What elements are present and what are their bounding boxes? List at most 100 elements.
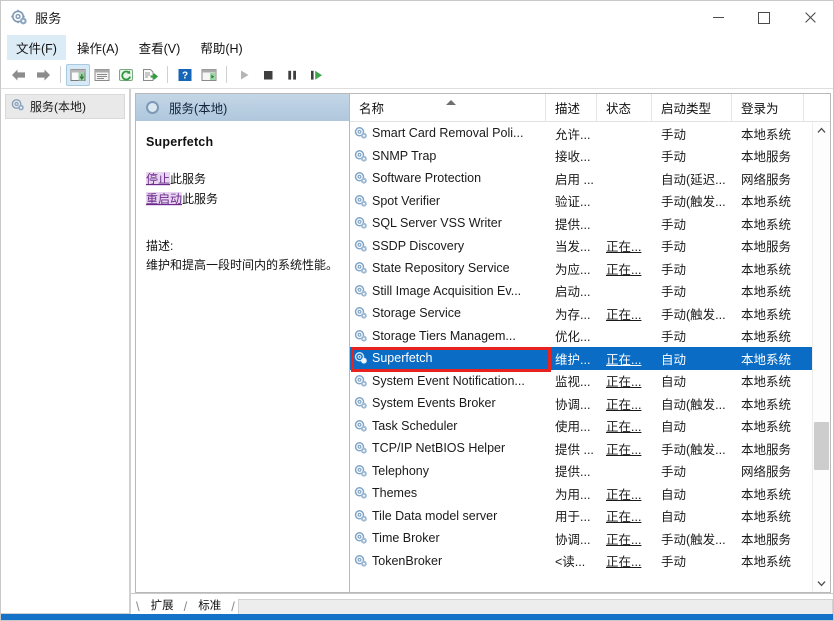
table-row[interactable]: TokenBroker<读...正在...手动本地系统 [350,550,812,573]
restart-this-service-link-text[interactable]: 重启动 [146,192,182,206]
column-header-startup-type[interactable]: 启动类型 [652,94,732,121]
table-row[interactable]: System Events Broker协调...正在...自动(触发...本地… [350,392,812,415]
tab-strip: \扩展/标准/ [135,596,236,614]
cell-startup: 手动 [652,551,732,570]
table-row[interactable]: Smart Card Removal Poli...允许...手动本地系统 [350,122,812,145]
pause-service-icon[interactable] [280,64,304,86]
row-name: Storage Tiers Managem... [372,329,516,343]
row-logon: 本地系统 [741,484,791,503]
row-status: 正在... [606,394,641,413]
column-header-description[interactable]: 描述 [546,94,597,121]
table-row[interactable]: SNMP Trap接收...手动本地服务 [350,145,812,168]
row-status: 正在... [606,506,641,525]
services-window: 服务 文件(F)操作(A)查看(V)帮助(H) ? 服务(本地) 服务(本地) [0,0,834,621]
stop-this-service-link-text[interactable]: 停止 [146,172,170,186]
table-row[interactable]: SQL Server VSS Writer提供...手动本地系统 [350,212,812,235]
row-startup: 自动 [661,371,686,390]
row-description: 提供... [555,214,590,233]
start-service-icon[interactable] [232,64,256,86]
menu-view[interactable]: 查看(V) [130,35,190,60]
row-name: System Events Broker [372,396,496,410]
cell-description: 验证... [546,191,597,210]
stop-service-icon[interactable] [256,64,280,86]
menu-help[interactable]: 帮助(H) [191,35,251,60]
service-gear-icon [354,509,368,523]
table-row[interactable]: Task Scheduler使用...正在...自动本地系统 [350,415,812,438]
cell-description: 提供 ... [546,439,597,458]
tree-item-services-local[interactable]: 服务(本地) [5,94,125,119]
properties-icon[interactable] [90,64,114,86]
row-status: 正在... [606,236,641,255]
table-row[interactable]: SSDP Discovery当发...正在...手动本地服务 [350,235,812,258]
restart-this-service-link-suffix: 此服务 [182,192,218,206]
cell-logon: 本地服务 [732,236,804,255]
cell-status: 正在... [597,394,652,413]
forward-icon[interactable] [31,64,55,86]
table-row[interactable]: Tile Data model server用于...正在...自动本地系统 [350,505,812,528]
table-row[interactable]: Time Broker协调...正在...手动(触发...本地服务 [350,527,812,550]
service-gear-icon [354,216,368,230]
column-header-log-on-as[interactable]: 登录为 [732,94,804,121]
column-header-status[interactable]: 状态 [597,94,652,121]
row-logon: 本地系统 [741,371,791,390]
export-list-icon[interactable] [138,64,162,86]
scroll-down-button[interactable] [813,575,830,592]
table-row[interactable]: System Event Notification...监视...正在...自动… [350,370,812,393]
restart-this-service-link[interactable]: 重启动此服务 [146,190,341,209]
title-bar: 服务 [1,1,833,35]
table-row[interactable]: TCP/IP NetBIOS Helper提供 ...正在...手动(触发...… [350,437,812,460]
column-header-startup-type-label: 启动类型 [661,98,711,117]
table-row[interactable]: Storage Service为存...正在...手动(触发...本地系统 [350,302,812,325]
row-logon: 本地系统 [741,326,791,345]
details-header: 服务(本地) [136,94,349,121]
table-row[interactable]: Superfetch维护...正在...自动本地系统 [350,347,812,370]
row-startup: 手动 [661,281,686,300]
cell-startup: 手动(触发... [652,191,732,210]
back-icon[interactable] [7,64,31,86]
vertical-scrollbar[interactable] [812,122,830,592]
service-gear-icon [354,261,368,275]
view-tab-bar: \扩展/标准/ [131,593,833,614]
stop-this-service-link-suffix: 此服务 [170,172,206,186]
cell-name: Still Image Acquisition Ev... [350,284,546,298]
cell-name: Tile Data model server [350,509,546,523]
menu-file[interactable]: 文件(F) [7,35,66,60]
cell-startup: 手动 [652,146,732,165]
menu-action[interactable]: 操作(A) [68,35,128,60]
restart-service-icon[interactable] [304,64,328,86]
table-row[interactable]: Still Image Acquisition Ev...启动...手动本地系统 [350,280,812,303]
table-row[interactable]: Telephony提供...手动网络服务 [350,460,812,483]
scrollbar-track[interactable] [813,139,830,575]
column-header-name[interactable]: 名称 [350,94,546,121]
help-icon[interactable]: ? [173,64,197,86]
row-logon: 本地系统 [741,304,791,323]
show-hide-tree-icon[interactable] [66,64,90,86]
row-status: 正在... [606,371,641,390]
service-gear-icon [354,329,368,343]
scroll-up-button[interactable] [813,122,830,139]
table-row[interactable]: State Repository Service为应...正在...手动本地系统 [350,257,812,280]
table-row[interactable]: Themes为用...正在...自动本地系统 [350,482,812,505]
stop-this-service-link[interactable]: 停止此服务 [146,170,341,189]
cell-logon: 本地系统 [732,214,804,233]
maximize-button[interactable] [741,1,787,34]
refresh-icon[interactable] [114,64,138,86]
table-row[interactable]: Software Protection启用 ...自动(延迟...网络服务 [350,167,812,190]
table-row[interactable]: Spot Verifier验证...手动(触发...本地系统 [350,190,812,213]
row-logon: 本地系统 [741,281,791,300]
cell-startup: 手动 [652,236,732,255]
minimize-button[interactable] [695,1,741,34]
row-startup: 自动 [661,506,686,525]
tab-standard[interactable]: 标准 [188,596,230,614]
cell-name: State Repository Service [350,261,546,275]
table-row[interactable]: Storage Tiers Managem...优化...手动本地系统 [350,325,812,348]
row-logon: 本地服务 [741,439,791,458]
tab-extended[interactable]: 扩展 [141,596,183,614]
close-button[interactable] [787,1,833,34]
cell-logon: 本地服务 [732,146,804,165]
view-panel-icon[interactable] [197,64,221,86]
row-description: 协调... [555,529,590,548]
scrollbar-thumb[interactable] [814,422,829,470]
row-logon: 本地服务 [741,529,791,548]
console-tree-pane: 服务(本地) [1,89,130,614]
